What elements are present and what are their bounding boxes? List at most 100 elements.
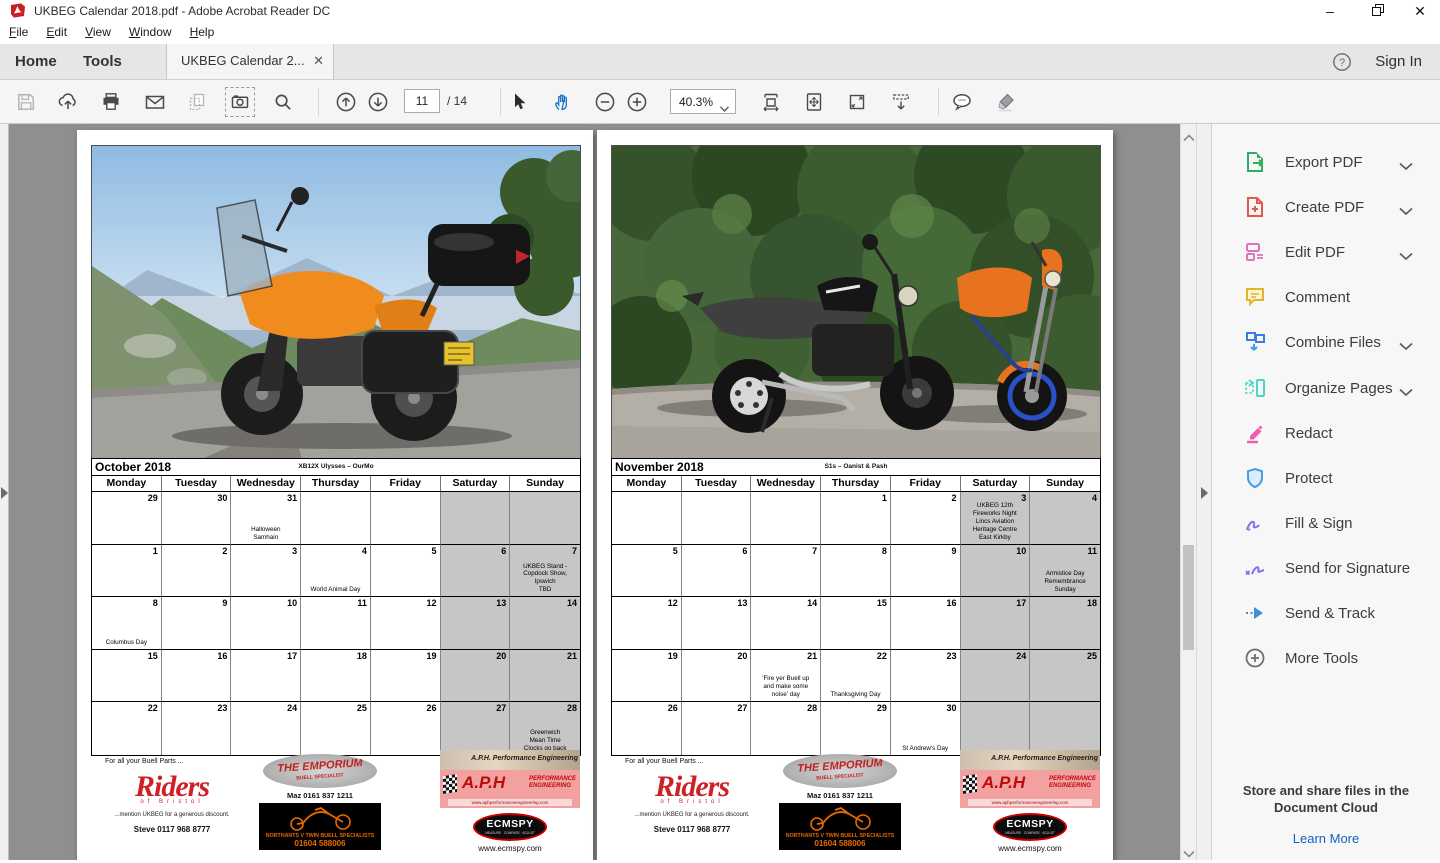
day-number: 22 <box>877 651 887 661</box>
scroll-up-icon[interactable] <box>1183 129 1195 139</box>
calendar-cell <box>751 492 821 545</box>
comment-bubble-icon[interactable] <box>948 88 976 116</box>
vertical-scrollbar[interactable] <box>1180 124 1196 860</box>
day-number: 31 <box>287 493 297 503</box>
emporium-logo: THE EMPORIUM BUELL SPECIALIST <box>263 754 377 788</box>
window-title: UKBEG Calendar 2018.pdf - Adobe Acrobat … <box>34 4 330 18</box>
day-number: 30 <box>217 493 227 503</box>
calendar-event: Greenwich Mean Time Clocks go back <box>511 729 579 753</box>
sign-in-button[interactable]: Sign In <box>1375 44 1422 80</box>
tool-organize-pages[interactable]: Organize Pages <box>1212 366 1440 410</box>
tool-comment[interactable]: Comment <box>1212 275 1440 319</box>
menu-help[interactable]: Help <box>181 22 224 39</box>
zoom-level-select[interactable]: 40.3% <box>670 89 736 114</box>
tab-tools[interactable]: Tools <box>83 44 122 80</box>
promo-title: Store and share files in the Document Cl… <box>1212 782 1440 816</box>
calendar-cell: 18 <box>1030 597 1100 650</box>
day-number: 17 <box>287 651 297 661</box>
hand-tool-icon[interactable] <box>548 88 576 116</box>
aph-url: www.aphperformanceengineering.com <box>448 799 572 806</box>
tool-more-tools[interactable]: More Tools <box>1212 636 1440 680</box>
page-total-label: / 14 <box>447 94 467 108</box>
email-icon[interactable] <box>141 88 169 116</box>
day-number: 12 <box>427 598 437 608</box>
ecmspy-subtitle: MEASURE · COMPARE · ADJUST <box>995 831 1065 835</box>
tool-label: Organize Pages <box>1285 380 1393 397</box>
chevron-down-icon[interactable] <box>1399 384 1413 402</box>
expand-right-arrow-icon[interactable] <box>1201 487 1208 499</box>
menu-window[interactable]: Window <box>120 22 181 39</box>
toolbar-divider <box>938 88 939 116</box>
tool-send-for-signature[interactable]: Send for Signature <box>1212 546 1440 590</box>
calendar-cell: 13 <box>441 597 511 650</box>
sponsor-footer: For all your Buell Parts ... Riders of B… <box>611 754 1101 854</box>
chevron-down-icon[interactable] <box>1399 158 1413 176</box>
tool-fill-sign[interactable]: Fill & Sign <box>1212 501 1440 545</box>
chevron-down-icon[interactable] <box>1399 338 1413 356</box>
next-page-icon[interactable] <box>364 88 392 116</box>
search-icon[interactable] <box>269 88 297 116</box>
tool-protect[interactable]: Protect <box>1212 456 1440 500</box>
calendar-day-headers: MondayTuesdayWednesdayThursdayFridaySatu… <box>612 476 1100 492</box>
highlighter-icon[interactable] <box>992 88 1020 116</box>
expand-left-arrow-icon[interactable] <box>1 487 8 499</box>
calendar-cell: 29 <box>821 702 891 755</box>
select-tool-icon[interactable] <box>506 88 534 116</box>
chevron-down-icon[interactable] <box>1399 203 1413 221</box>
chevron-down-icon[interactable] <box>1399 248 1413 266</box>
calendar-cell <box>441 492 511 545</box>
calendar-cell: 31Halloween Samhain <box>231 492 301 545</box>
day-number: 16 <box>217 651 227 661</box>
restore-button[interactable] <box>1363 1 1393 21</box>
calendar-event: Armistice Day Remembrance Sunday <box>1031 570 1099 594</box>
copy-pages-icon[interactable] <box>183 88 211 116</box>
day-number: 13 <box>737 598 747 608</box>
tools-pane-collapse-strip[interactable] <box>1196 124 1211 860</box>
actual-size-icon[interactable] <box>843 88 871 116</box>
fit-width-icon[interactable] <box>757 88 785 116</box>
northants-logo: NORTHANTS V TWIN BUELL SPECIALISTS 01604… <box>259 803 381 850</box>
day-number: 19 <box>427 651 437 661</box>
menu-edit[interactable]: Edit <box>37 22 76 39</box>
tab-close-icon[interactable]: ✕ <box>313 53 324 69</box>
fit-page-icon[interactable] <box>800 88 828 116</box>
tool-edit-pdf[interactable]: Edit PDF <box>1212 230 1440 274</box>
tool-combine-files[interactable]: Combine Files <box>1212 320 1440 364</box>
print-icon[interactable] <box>97 88 125 116</box>
day-number: 9 <box>222 598 227 608</box>
snapshot-camera-icon[interactable] <box>225 87 255 117</box>
minimize-button[interactable]: – <box>1315 1 1345 21</box>
tab-home[interactable]: Home <box>15 44 57 80</box>
save-icon[interactable] <box>12 88 40 116</box>
tool-send-track[interactable]: Send & Track <box>1212 591 1440 635</box>
day-number: 27 <box>737 703 747 713</box>
tool-export-pdf[interactable]: Export PDF <box>1212 140 1440 184</box>
scroll-down-icon[interactable] <box>1183 845 1195 855</box>
learn-more-link[interactable]: Learn More <box>1293 831 1359 846</box>
day-number: 7 <box>572 546 577 556</box>
emporium-logo: THE EMPORIUM BUELL SPECIALIST <box>783 754 897 788</box>
upload-cloud-icon[interactable] <box>54 88 82 116</box>
scrollbar-thumb[interactable] <box>1183 545 1194 650</box>
page-number-input[interactable] <box>404 89 440 113</box>
reading-mode-icon[interactable] <box>887 88 915 116</box>
menu-file[interactable]: File <box>0 22 37 39</box>
day-header: Wednesday <box>231 476 301 491</box>
calendar-cell: 25 <box>1030 650 1100 703</box>
day-header: Friday <box>371 476 441 491</box>
nav-pane-collapse-strip[interactable] <box>0 124 9 860</box>
close-button[interactable]: ✕ <box>1405 1 1435 21</box>
aph-logo: A.P.H PERFORMANCE ENGINEERING www.aphper… <box>960 770 1100 808</box>
sponsor-tagline: For all your Buell Parts ... <box>625 758 704 765</box>
pdf-page-october: October 2018 XB12X Ulysses – OurMo Monda… <box>77 130 593 860</box>
previous-page-icon[interactable] <box>332 88 360 116</box>
menu-view[interactable]: View <box>76 22 120 39</box>
document-tab[interactable]: UKBEG Calendar 2... ✕ <box>166 44 334 79</box>
zoom-out-icon[interactable] <box>591 88 619 116</box>
help-icon[interactable]: ? <box>1332 52 1352 77</box>
tool-create-pdf[interactable]: Create PDF <box>1212 185 1440 229</box>
tool-redact[interactable]: Redact <box>1212 411 1440 455</box>
calendar-cell: 1 <box>92 545 162 598</box>
calendar-cell: 3 <box>231 545 301 598</box>
zoom-in-icon[interactable] <box>623 88 651 116</box>
